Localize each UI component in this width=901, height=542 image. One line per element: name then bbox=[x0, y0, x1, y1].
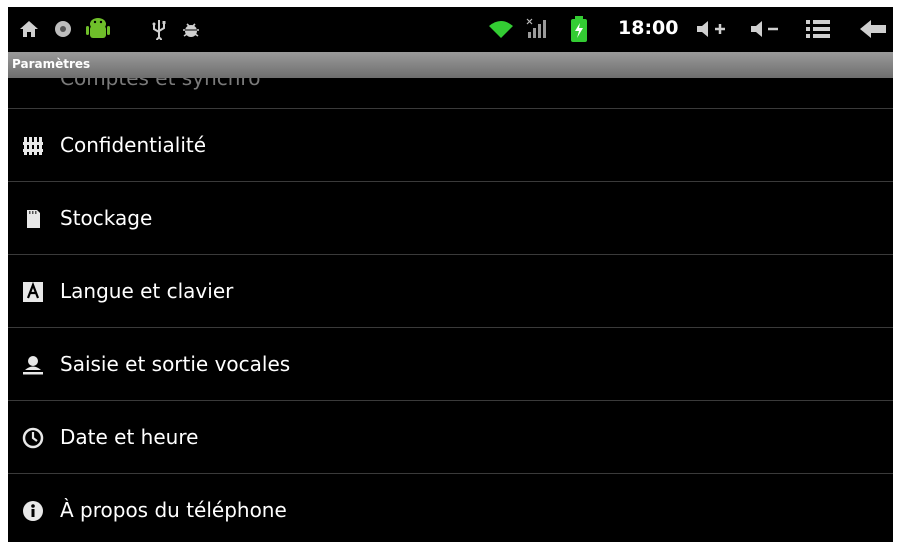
status-bar: 18:00 bbox=[8, 7, 893, 52]
wifi-icon bbox=[486, 18, 516, 40]
volume-down-icon[interactable] bbox=[748, 18, 782, 40]
setting-label: À propos du téléphone bbox=[60, 498, 287, 522]
setting-label: Stockage bbox=[60, 206, 153, 230]
home-icon[interactable] bbox=[18, 18, 40, 40]
sd-card-icon bbox=[22, 208, 44, 230]
setting-item-stockage[interactable]: Stockage bbox=[8, 181, 893, 254]
setting-label: Saisie et sortie vocales bbox=[60, 352, 291, 376]
setting-label: Langue et clavier bbox=[60, 279, 234, 303]
setting-item-confidentialite[interactable]: Confidentialité bbox=[8, 108, 893, 181]
setting-item-date-heure[interactable]: Date et heure bbox=[8, 400, 893, 473]
settings-screen: 18:00 Paramètres Comptes et synchro Conf… bbox=[8, 7, 893, 542]
language-icon bbox=[22, 281, 44, 303]
battery-charging-icon bbox=[568, 15, 590, 43]
android-icon bbox=[84, 15, 112, 43]
setting-item-langue-clavier[interactable]: Langue et clavier bbox=[8, 254, 893, 327]
volume-up-icon[interactable] bbox=[694, 18, 728, 40]
setting-item-saisie-vocale[interactable]: Saisie et sortie vocales bbox=[8, 327, 893, 400]
voice-icon bbox=[22, 354, 44, 376]
record-icon bbox=[52, 18, 74, 40]
debug-bug-icon bbox=[180, 18, 202, 40]
list-item-partial-label: Comptes et synchro bbox=[60, 78, 261, 90]
usb-icon bbox=[148, 18, 170, 40]
page-title: Paramètres bbox=[12, 57, 91, 71]
info-icon bbox=[22, 500, 44, 522]
clock-icon bbox=[22, 427, 44, 449]
signal-icon bbox=[526, 18, 548, 40]
setting-item-a-propos[interactable]: À propos du téléphone bbox=[8, 473, 893, 542]
setting-label: Confidentialité bbox=[60, 133, 207, 157]
title-bar: Paramètres bbox=[8, 52, 893, 78]
privacy-icon bbox=[22, 135, 44, 157]
list-item-partial[interactable]: Comptes et synchro bbox=[8, 78, 893, 108]
back-icon[interactable] bbox=[858, 18, 888, 40]
status-clock: 18:00 bbox=[618, 17, 679, 39]
setting-label: Date et heure bbox=[60, 425, 199, 449]
menu-icon[interactable] bbox=[804, 18, 832, 40]
